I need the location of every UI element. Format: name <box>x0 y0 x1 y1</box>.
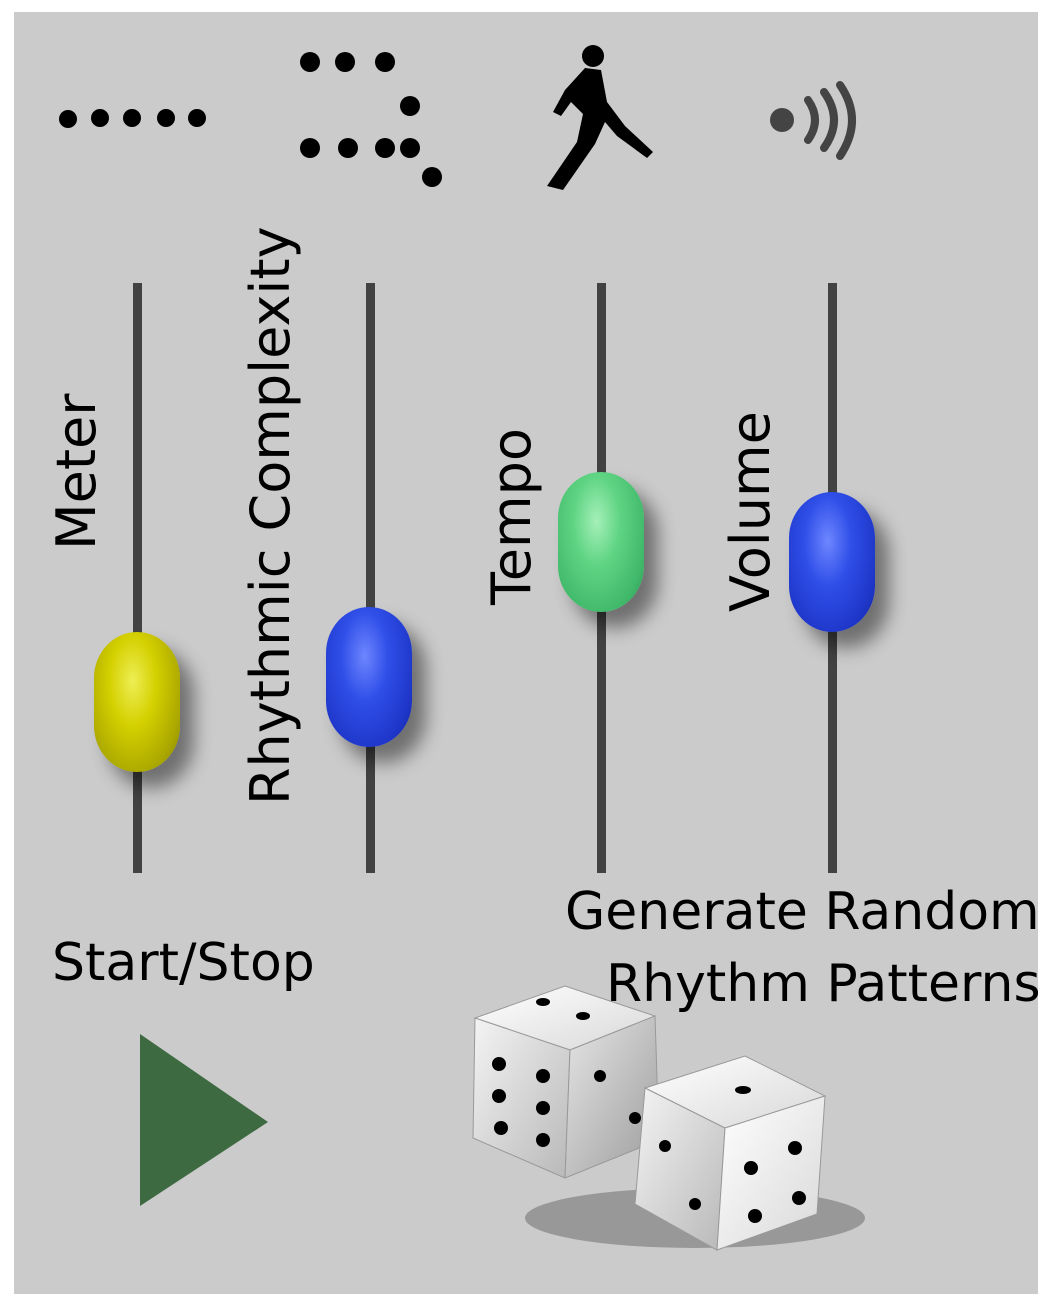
runner-icon <box>547 45 653 190</box>
meter-label: Meter <box>45 393 108 550</box>
tempo-label: Tempo <box>480 428 543 605</box>
dice-icon[interactable] <box>455 968 885 1258</box>
meter-slider-knob[interactable] <box>94 632 180 772</box>
tempo-slider-knob[interactable] <box>558 472 644 612</box>
complexity-slider-knob[interactable] <box>326 607 412 747</box>
dot-pattern-icon <box>300 52 442 187</box>
play-triangle-icon[interactable] <box>132 1030 282 1210</box>
start-stop-label: Start/Stop <box>52 933 315 993</box>
rhythmic-complexity-label: Rhythmic Complexity <box>239 226 302 805</box>
generate-random-label-line1: Generate Random <box>565 882 1040 942</box>
volume-label: Volume <box>719 411 782 612</box>
volume-slider-knob[interactable] <box>789 492 875 632</box>
meter-slider-track[interactable] <box>133 283 142 873</box>
four-dots-icon <box>59 109 206 128</box>
speaker-waves-icon <box>770 81 856 160</box>
complexity-slider-track[interactable] <box>366 283 375 873</box>
